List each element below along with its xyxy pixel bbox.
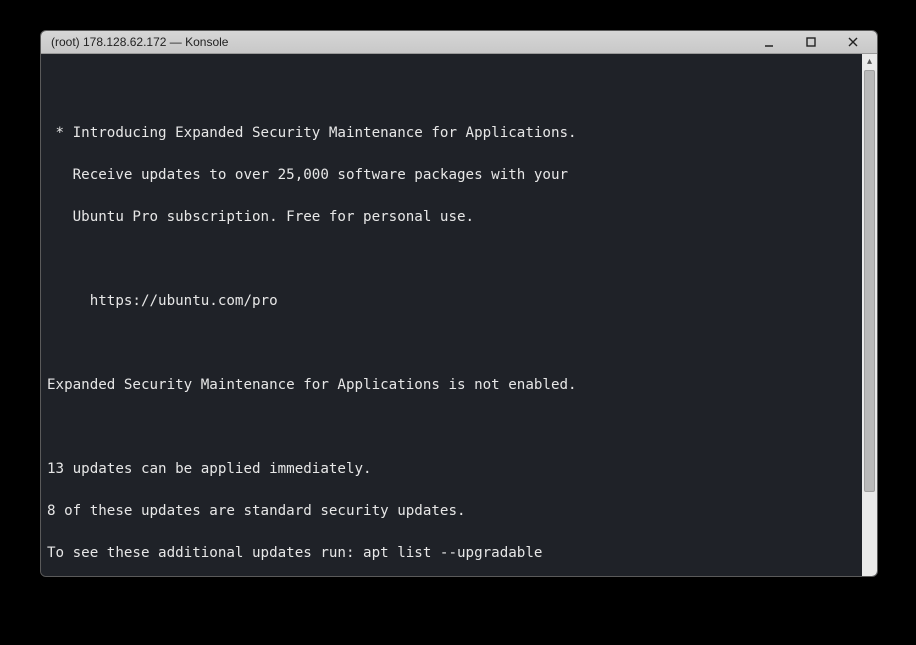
motd-line: * Introducing Expanded Security Maintena… xyxy=(47,123,862,144)
motd-line: 13 updates can be applied immediately. xyxy=(47,459,862,480)
terminal-output[interactable]: * Introducing Expanded Security Maintena… xyxy=(41,54,862,577)
maximize-button[interactable] xyxy=(793,31,829,53)
motd-line: To see these additional updates run: apt… xyxy=(47,543,862,564)
scrollbar[interactable]: ▴ ▾ xyxy=(862,54,877,577)
motd-line: Receive updates to over 25,000 software … xyxy=(47,165,862,186)
window-body: * Introducing Expanded Security Maintena… xyxy=(41,54,877,577)
minimize-button[interactable] xyxy=(751,31,787,53)
close-button[interactable] xyxy=(835,31,871,53)
motd-line: https://ubuntu.com/pro xyxy=(47,291,862,312)
scroll-thumb[interactable] xyxy=(864,70,875,492)
scroll-up-button[interactable]: ▴ xyxy=(862,54,877,69)
motd-line: Ubuntu Pro subscription. Free for person… xyxy=(47,207,862,228)
window-title: (root) 178.128.62.172 — Konsole xyxy=(51,35,745,49)
motd-line: Expanded Security Maintenance for Applic… xyxy=(47,375,862,396)
titlebar[interactable]: (root) 178.128.62.172 — Konsole xyxy=(41,31,877,54)
terminal-window: (root) 178.128.62.172 — Konsole * Introd… xyxy=(40,30,878,577)
motd-line: 8 of these updates are standard security… xyxy=(47,501,862,522)
